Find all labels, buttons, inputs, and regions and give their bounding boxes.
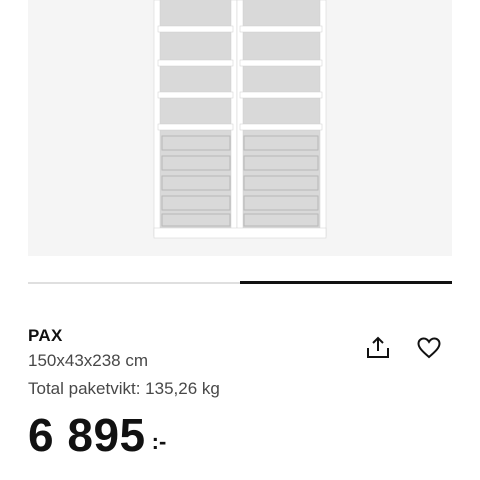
share-button[interactable] — [364, 334, 392, 362]
favorite-button[interactable] — [415, 334, 443, 362]
price-suffix: :- — [151, 429, 167, 454]
heart-icon — [417, 337, 441, 359]
image-carousel-progress[interactable] — [28, 281, 452, 284]
wardrobe-image — [153, 0, 327, 239]
product-name[interactable]: PAX — [28, 326, 63, 346]
product-dimensions: 150x43x238 cm — [28, 351, 149, 370]
price-amount: 6 895 — [28, 409, 146, 461]
price: 6 895:- — [28, 412, 166, 458]
package-weight: Total paketvikt: 135,26 kg — [28, 379, 220, 398]
share-icon — [367, 336, 389, 358]
carousel-progress-fill — [240, 281, 452, 284]
product-image[interactable] — [28, 0, 452, 256]
